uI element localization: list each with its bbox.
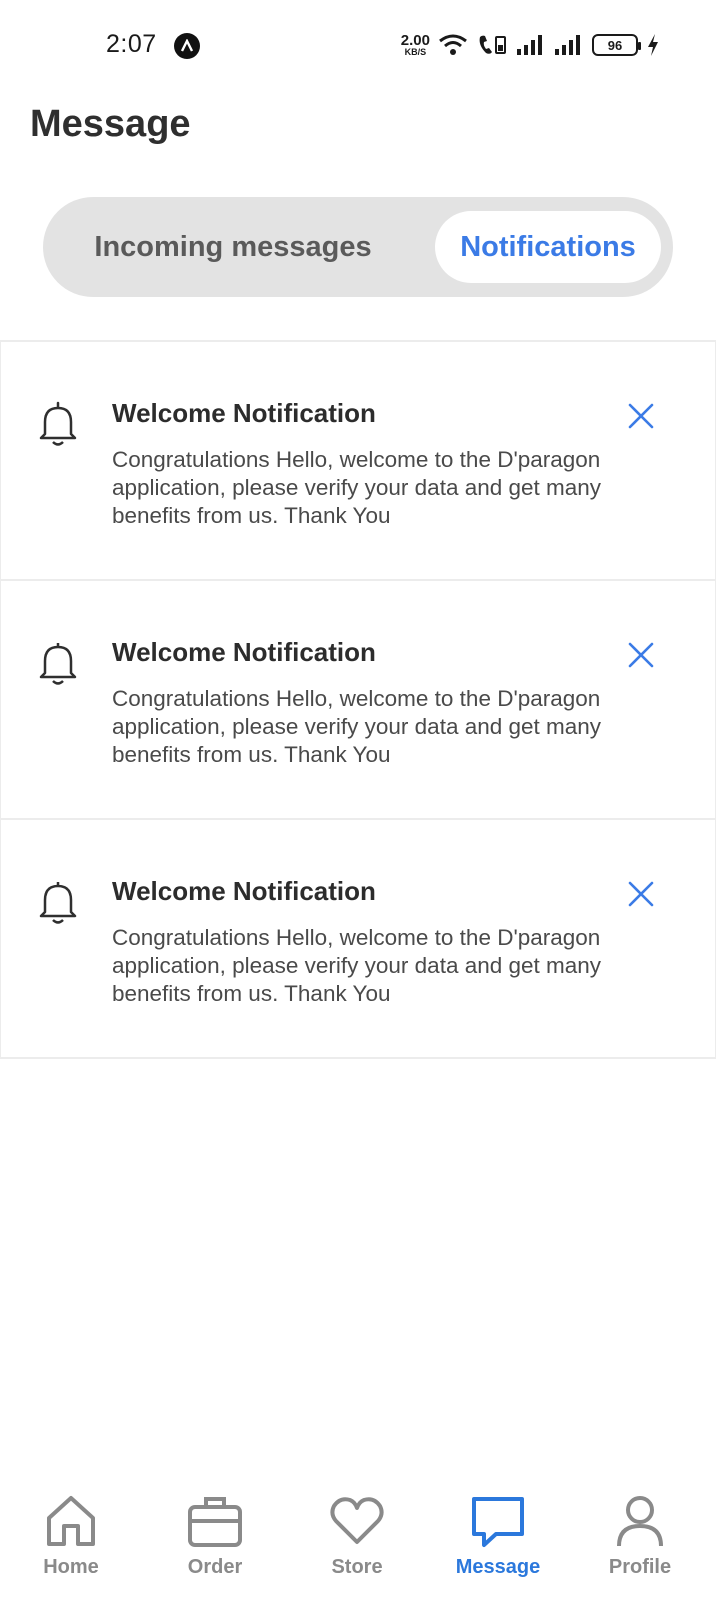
bell-icon — [39, 401, 77, 446]
signal-icon — [555, 35, 580, 55]
message-type-tabs: Incoming messages Notifications — [43, 197, 673, 297]
battery-level: 96 — [607, 37, 623, 53]
signal-icon — [517, 35, 542, 55]
net-speed: 2.00 KB/S — [401, 33, 430, 57]
net-speed-value: 2.00 — [400, 32, 430, 49]
charging-icon — [648, 34, 658, 56]
heart-icon — [330, 1497, 384, 1544]
notification-body: Congratulations Hello, welcome to the D'… — [112, 447, 602, 528]
nav-message-label: Message — [455, 1556, 541, 1578]
nav-home[interactable]: Home — [11, 1480, 131, 1600]
notification-body: Congratulations Hello, welcome to the D'… — [112, 925, 602, 1006]
user-icon — [617, 1496, 663, 1547]
wifi-calling-icon — [479, 35, 506, 54]
tab-notifications[interactable]: Notifications — [435, 211, 661, 283]
notification-body: Congratulations Hello, welcome to the D'… — [112, 686, 602, 767]
notification-title: Welcome Notification — [112, 398, 376, 428]
status-icons: 2.00 KB/S 96 — [401, 28, 660, 62]
status-time: 2:07 — [106, 30, 157, 58]
battery-icon: 96 — [592, 34, 641, 56]
nav-message[interactable]: Message — [438, 1480, 558, 1600]
home-icon — [47, 1496, 95, 1546]
close-icon[interactable] — [625, 400, 657, 432]
notification-title: Welcome Notification — [112, 876, 376, 906]
close-icon[interactable] — [625, 878, 657, 910]
nav-order[interactable]: Order — [155, 1480, 275, 1600]
briefcase-icon — [188, 1497, 242, 1547]
nav-profile[interactable]: Profile — [580, 1480, 700, 1600]
nav-order-label: Order — [187, 1556, 243, 1578]
bottom-nav: Home Order Store Message Profile — [0, 1480, 716, 1600]
notification-card[interactable]: Welcome Notification Congratulations Hel… — [0, 340, 716, 581]
tab-incoming-messages[interactable]: Incoming messages — [63, 211, 403, 283]
notification-card[interactable]: Welcome Notification Congratulations Hel… — [0, 579, 716, 820]
nav-profile-label: Profile — [608, 1556, 672, 1578]
bell-icon — [39, 643, 77, 685]
notification-list: Welcome Notification Congratulations Hel… — [0, 340, 716, 1059]
net-speed-unit: KB/S — [404, 47, 427, 57]
page-title: Message — [30, 103, 191, 145]
notification-title: Welcome Notification — [112, 637, 376, 667]
nav-store-label: Store — [331, 1556, 383, 1578]
close-icon[interactable] — [625, 639, 657, 671]
app-notification-icon — [174, 33, 200, 59]
nav-store[interactable]: Store — [297, 1480, 417, 1600]
nav-home-label: Home — [43, 1556, 99, 1578]
notification-card[interactable]: Welcome Notification Congratulations Hel… — [0, 818, 716, 1059]
wifi-icon — [439, 34, 467, 55]
chat-icon — [472, 1497, 524, 1547]
bell-icon — [39, 882, 77, 924]
status-bar: 2:07 2.00 KB/S 96 — [0, 0, 716, 92]
